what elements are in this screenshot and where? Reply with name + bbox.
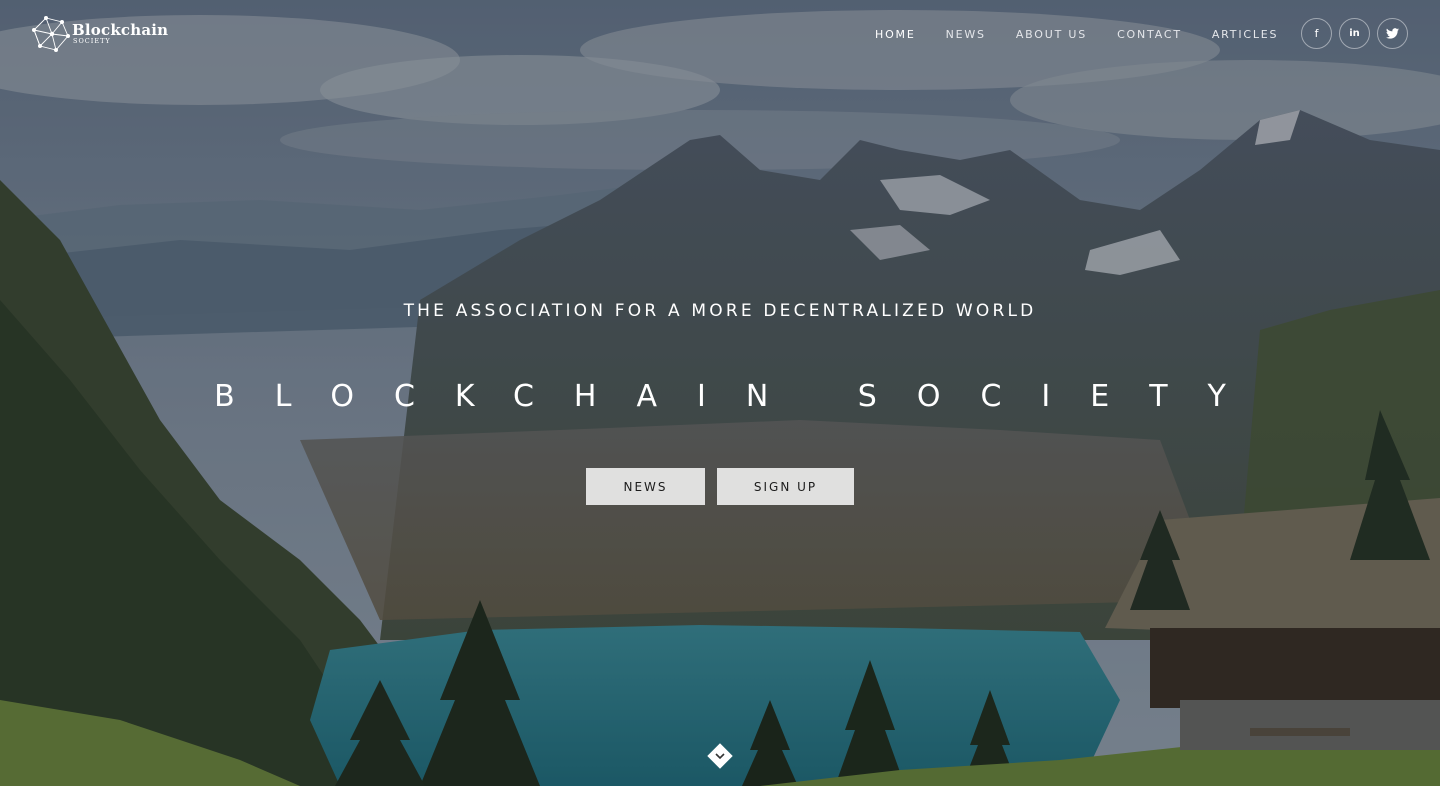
nav-item-contact[interactable]: CONTACT [1117,28,1182,44]
news-button[interactable]: NEWS [586,468,705,505]
main-nav: HOME NEWS ABOUT US CONTACT ARTICLES [875,28,1278,44]
nav-item-about-us[interactable]: ABOUT US [1016,28,1087,44]
linkedin-glyph: in [1349,28,1360,39]
facebook-icon[interactable]: f [1301,18,1332,49]
twitter-bird-icon [1386,28,1399,39]
hero-tagline: THE ASSOCIATION FOR A MORE DECENTRALIZED… [403,301,1037,321]
nav-item-articles[interactable]: ARTICLES [1212,28,1278,44]
hero-title: BLOCKCHAIN SOCIETY [214,379,1266,414]
facebook-glyph: f [1314,27,1319,40]
nav-item-news[interactable]: NEWS [946,28,986,44]
sign-up-button[interactable]: SIGN UP [717,468,854,505]
scroll-down-chevron-icon[interactable] [707,743,733,769]
social-links: f in [1301,18,1408,49]
brand-subtitle: SOCIETY [73,37,111,45]
nav-item-home[interactable]: HOME [875,28,916,44]
hero-cta-group: NEWS SIGN UP [586,468,854,505]
hero-section: Blockchain SOCIETY HOME NEWS ABOUT US CO… [0,0,1440,786]
twitter-icon[interactable] [1377,18,1408,49]
linkedin-icon[interactable]: in [1339,18,1370,49]
